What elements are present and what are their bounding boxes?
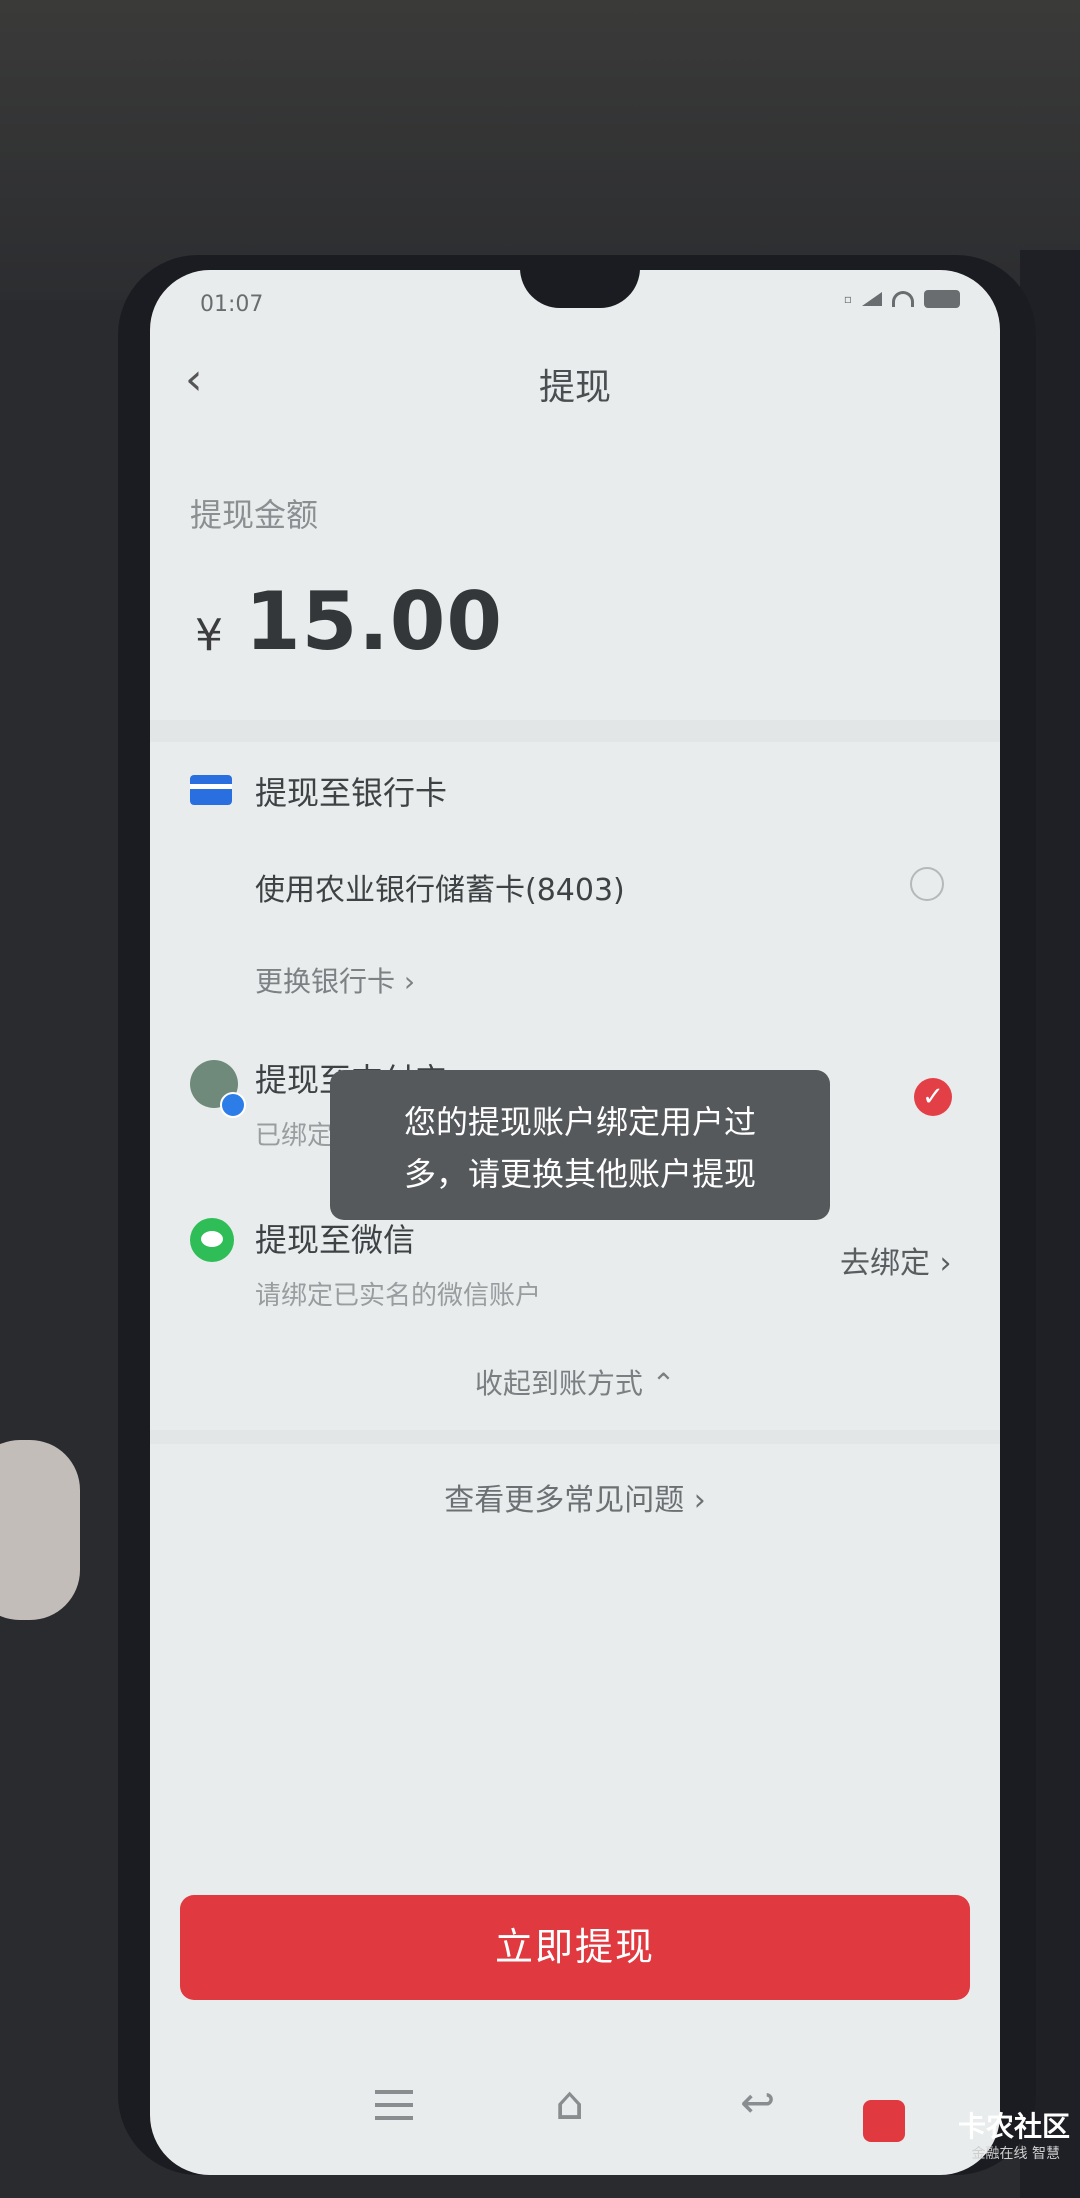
toast-line-2: 多，请更换其他账户提现 [403, 1155, 756, 1193]
finger [0, 1440, 80, 1620]
toast-line-1: 您的提现账户绑定用户过 [403, 1103, 756, 1141]
watermark-subtitle: 金融在线 智慧 [971, 2146, 1060, 2162]
withdraw-now-button[interactable]: 立即提现 [180, 1895, 970, 2000]
divider [150, 1430, 1000, 1444]
watermark-title: 卡农社区 [957, 2110, 1070, 2143]
amount-label: 提现金额 [190, 496, 319, 534]
bank-card-icon [190, 775, 232, 805]
amount-value: 15.00 [245, 575, 504, 668]
alipay-selected-check-icon[interactable]: ✓ [914, 1078, 952, 1116]
screen: 01:07 ▫ ‹ 提现 提现金额 ¥ 15.00 提现至银行卡 使用农业银行储… [150, 270, 1000, 2175]
currency-symbol: ¥ [195, 610, 223, 661]
wechat-method-title[interactable]: 提现至微信 [255, 1215, 415, 1261]
bank-card-option[interactable]: 使用农业银行储蓄卡(8403) [255, 865, 625, 909]
nfc-icon: ▫ [843, 292, 852, 306]
wechat-bind-link[interactable]: 去绑定 › [840, 1238, 952, 1282]
alipay-icon [220, 1092, 246, 1118]
page-title: 提现 [538, 367, 611, 408]
status-icons: ▫ [844, 290, 960, 308]
wechat-icon [190, 1218, 234, 1262]
battery-icon [924, 290, 960, 308]
change-bank-card-link[interactable]: 更换银行卡 › [255, 960, 415, 1000]
divider [150, 720, 1000, 742]
back-nav-icon[interactable]: ↩ [740, 2080, 775, 2126]
bank-card-radio[interactable] [910, 867, 944, 901]
bank-method-title: 提现至银行卡 [255, 774, 448, 812]
status-time: 01:07 [200, 292, 264, 317]
collapse-methods-toggle[interactable]: 收起到账方式 ⌃ [150, 1362, 1000, 1402]
signal-icon [862, 292, 882, 306]
menu-icon[interactable] [375, 2090, 413, 2120]
error-toast: 您的提现账户绑定用户过 多，请更换其他账户提现 [330, 1070, 830, 1220]
wechat-hint: 请绑定已实名的微信账户 [255, 1281, 542, 1311]
notch [520, 270, 640, 308]
home-icon[interactable]: ⌂ [555, 2080, 584, 2126]
watermark-logo-icon [863, 2100, 905, 2142]
wifi-icon [892, 291, 914, 307]
faq-link[interactable]: 查看更多常见问题 › [150, 1475, 1000, 1519]
